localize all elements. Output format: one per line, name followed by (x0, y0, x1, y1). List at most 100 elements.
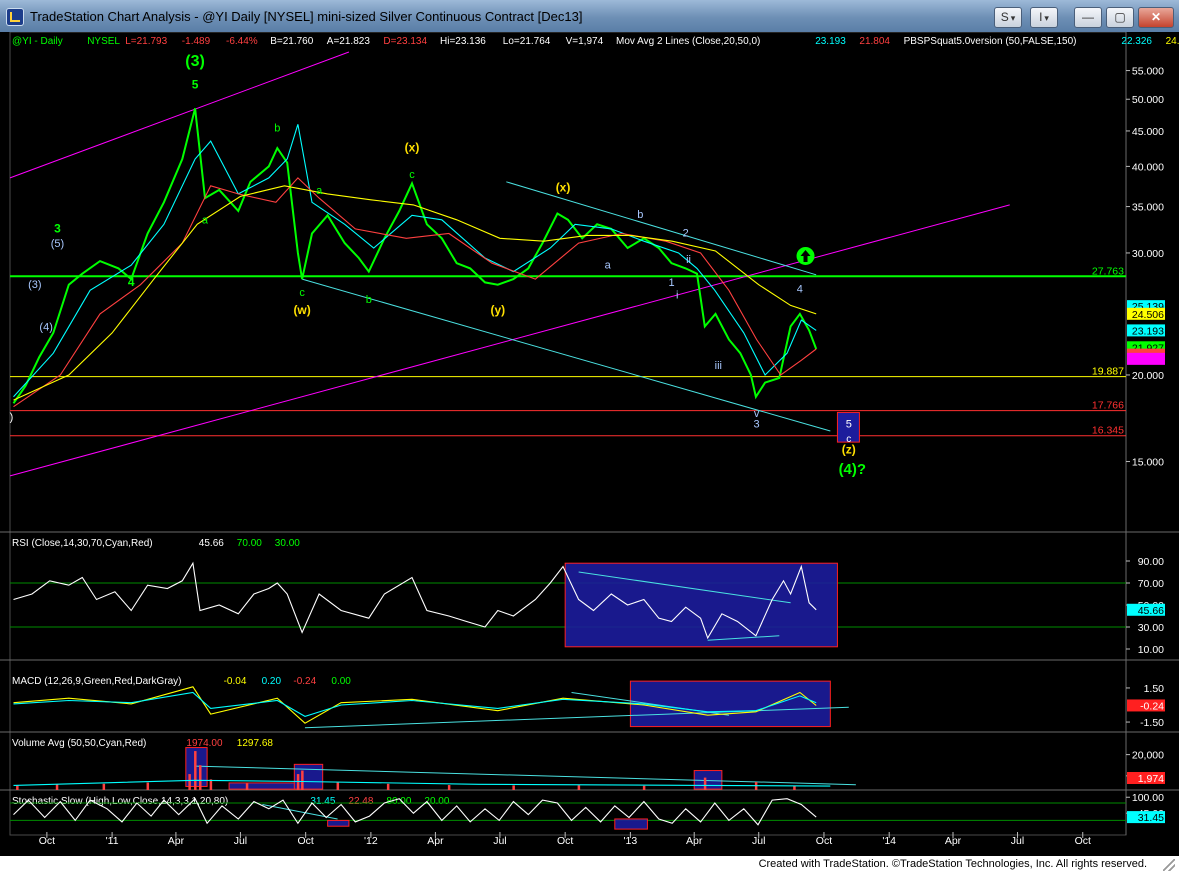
macd-header-item: -0.24 (293, 676, 316, 687)
volume-highlight-box (228, 782, 302, 790)
x-tick-label: Apr (168, 835, 185, 847)
minimize-button[interactable]: — (1074, 7, 1102, 28)
x-tick-label: Jul (493, 835, 506, 847)
wave-label: 3 (54, 222, 61, 236)
title-bar[interactable]: TradeStation Chart Analysis - @YI Daily … (0, 0, 1179, 33)
s-menu-button[interactable]: S ▾ (994, 7, 1022, 28)
price-y-tick-label: 40.000 (1132, 161, 1164, 173)
horizontal-level-label: 16.345 (1092, 425, 1124, 437)
price-header-item: Lo=21.764 (503, 36, 551, 47)
horizontal-level-label: 17.766 (1092, 400, 1124, 412)
price-y-tick-label: 55.000 (1132, 66, 1164, 78)
close-icon: ✕ (1150, 10, 1162, 24)
macd-highlight-box (629, 680, 831, 728)
price-header-item: L=21.793 (125, 36, 167, 47)
volume-bar (301, 770, 304, 790)
price-header-item: @YI - Daily (12, 36, 63, 47)
price-header-item: A=21.823 (327, 36, 371, 47)
wave-label: (4) (39, 321, 52, 333)
volume-bar (336, 782, 340, 790)
price-y-tick-label: 20.000 (1132, 370, 1164, 382)
rsi-last-value-label: 45.66 (1138, 605, 1164, 617)
close-button[interactable]: ✕ (1138, 7, 1174, 28)
wave-label: 3 (754, 418, 760, 430)
price-header-item: 24.506 (1166, 36, 1179, 47)
volume-bar (386, 783, 390, 790)
i-label: I (1039, 10, 1043, 24)
rsi-header-item: RSI (Close,14,30,70,Cyan,Red) (12, 538, 153, 549)
volume-bar (55, 784, 59, 790)
window-title: TradeStation Chart Analysis - @YI Daily … (30, 9, 583, 24)
rsi-y-tick-label: 10.00 (1138, 644, 1164, 656)
x-tick-label: Oct (816, 835, 832, 847)
tradestation-app-icon[interactable] (6, 8, 24, 26)
wave-label: iii (715, 360, 722, 372)
wave-label: (3) (28, 279, 41, 291)
x-tick-label: Oct (1075, 835, 1091, 847)
macd-y-tick-label: 1.50 (1144, 683, 1165, 695)
rsi-header-item: 30.00 (275, 538, 300, 549)
wave-label: (z) (842, 443, 856, 457)
wave-label: 5 (192, 78, 199, 92)
wave-label: a (202, 214, 209, 226)
wave-label: i (676, 289, 678, 301)
minimize-icon: — (1082, 10, 1094, 24)
volume-bar (188, 774, 191, 790)
volume-last-value-label: 1,974 (1138, 773, 1164, 785)
i-menu-button[interactable]: I ▾ (1030, 7, 1058, 28)
price-y-tick-label: 30.000 (1132, 248, 1164, 260)
price-header-item: -1.489 (182, 36, 211, 47)
price-header-item: V=1,974 (566, 36, 604, 47)
volume-bar (296, 774, 300, 790)
x-tick-label: Jul (1011, 835, 1024, 847)
price-header-item: 22.326 (1121, 36, 1152, 47)
volume-bar (642, 785, 646, 790)
last-value-tag-label: 23.193 (1132, 325, 1164, 337)
wave-label: (x) (405, 141, 420, 155)
macd-header-item: -0.04 (224, 676, 247, 687)
resize-grip-icon[interactable] (1163, 859, 1175, 871)
app-window: TradeStation Chart Analysis - @YI Daily … (0, 0, 1179, 873)
macd-header-item: 0.00 (331, 676, 351, 687)
status-bar: Created with TradeStation. ©TradeStation… (0, 856, 1179, 873)
wave-label: b (637, 209, 643, 221)
x-tick-label: Jul (752, 835, 765, 847)
wave-label: (x) (556, 180, 571, 194)
maximize-button[interactable]: ▢ (1106, 7, 1134, 28)
wave-label: (w) (293, 303, 310, 317)
price-header-item: PBSPSquat5.0version (50,FALSE,150) (904, 36, 1077, 47)
last-value-tag (1127, 352, 1165, 365)
price-header-item: -6.44% (226, 36, 258, 47)
x-tick-label: '12 (364, 835, 378, 847)
last-value-tag-label: 24.506 (1132, 309, 1164, 321)
volume-bar (577, 785, 581, 790)
wave-label: b (366, 294, 372, 306)
x-tick-label: Oct (39, 835, 55, 847)
chevron-down-icon: ▾ (1044, 13, 1049, 23)
stochastic-y-tick-label: 100.00 (1132, 792, 1164, 804)
wave-label: ii (686, 254, 691, 266)
price-header-item: NYSEL (87, 36, 120, 47)
rsi-header-item: 70.00 (237, 538, 262, 549)
wave-label: 1 (668, 277, 674, 289)
wave-label: (4)? (839, 461, 867, 478)
volume-header-item: 1297.68 (237, 738, 274, 749)
rsi-y-tick-label: 30.00 (1138, 622, 1164, 634)
price-header-item: Hi=23.136 (440, 36, 486, 47)
horizontal-level-label: 27.763 (1092, 265, 1124, 277)
chart-canvas[interactable]: @YI - Daily NYSEL L=21.793 -1.489 -6.44% B=21… (0, 32, 1179, 856)
price-header-item: 23.193 (815, 36, 846, 47)
x-tick-label: Apr (945, 835, 962, 847)
stochastic-header-item: Stochastic Slow (High,Low,Close,14,3,3,1… (12, 796, 228, 807)
wave-label: c (299, 287, 305, 299)
volume-y-tick-label: 20,000 (1132, 750, 1164, 762)
x-tick-label: Jul (234, 835, 247, 847)
maximize-icon: ▢ (1114, 10, 1126, 24)
x-tick-label: '14 (882, 835, 896, 847)
price-y-tick-label: 50.000 (1132, 94, 1164, 106)
stochastic-last-value-label: 31.45 (1138, 812, 1164, 824)
volume-bar (146, 782, 150, 790)
macd-y-tick-label: -1.50 (1140, 717, 1164, 729)
volume-bar (16, 785, 19, 790)
x-tick-label: '13 (624, 835, 638, 847)
